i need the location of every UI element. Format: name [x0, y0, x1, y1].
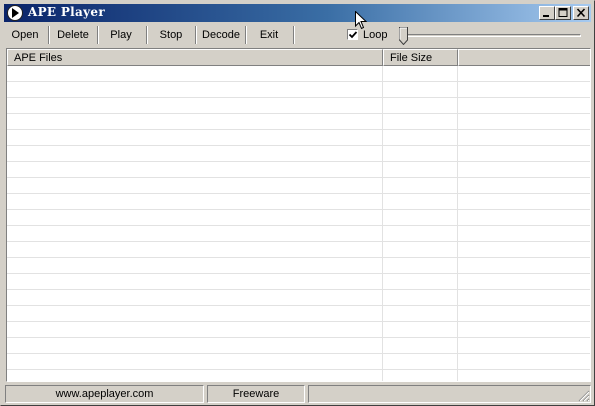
open-button[interactable]: Open: [6, 26, 44, 44]
list-row[interactable]: [7, 274, 590, 290]
ape-player-window: APE Player Open Delete Play Stop Decode …: [0, 0, 595, 406]
toolbar-separator: [293, 26, 295, 44]
list-row[interactable]: [7, 370, 590, 381]
list-header: APE Files File Size: [7, 49, 590, 66]
column-header-file-size[interactable]: File Size: [383, 49, 458, 66]
column-header-ape-files[interactable]: APE Files: [7, 49, 383, 66]
list-row[interactable]: [7, 258, 590, 274]
play-app-icon[interactable]: [7, 5, 23, 21]
list-row[interactable]: [7, 130, 590, 146]
window-title: APE Player: [28, 5, 105, 19]
mouse-cursor-icon: [355, 10, 368, 34]
resize-grip-icon[interactable]: [578, 390, 590, 402]
toolbar-separator: [195, 26, 197, 44]
list-row[interactable]: [7, 226, 590, 242]
column-header-empty[interactable]: [458, 49, 590, 66]
minimize-icon: [543, 15, 549, 17]
status-bar: www.apeplayer.com Freeware: [4, 384, 591, 403]
list-row[interactable]: [7, 338, 590, 354]
list-row[interactable]: [7, 306, 590, 322]
toolbar-separator: [97, 26, 99, 44]
list-row[interactable]: [7, 290, 590, 306]
toolbar-separator: [245, 26, 247, 44]
minimize-button[interactable]: [539, 6, 555, 20]
list-row[interactable]: [7, 210, 590, 226]
decode-button[interactable]: Decode: [199, 26, 243, 44]
list-row[interactable]: [7, 82, 590, 98]
close-icon: [576, 8, 586, 18]
column-divider: [382, 66, 383, 381]
exit-button[interactable]: Exit: [249, 26, 289, 44]
position-slider-track[interactable]: [405, 34, 581, 37]
list-row[interactable]: [7, 194, 590, 210]
close-button[interactable]: [573, 6, 589, 20]
delete-button[interactable]: Delete: [52, 26, 94, 44]
list-row[interactable]: [7, 146, 590, 162]
list-row[interactable]: [7, 66, 590, 82]
list-row[interactable]: [7, 242, 590, 258]
maximize-icon: [558, 8, 568, 17]
play-button[interactable]: Play: [101, 26, 141, 44]
position-slider-thumb[interactable]: [399, 27, 408, 46]
list-row[interactable]: [7, 354, 590, 370]
maximize-button[interactable]: [555, 6, 571, 20]
status-license: Freeware: [207, 385, 305, 403]
status-website: www.apeplayer.com: [5, 385, 204, 403]
list-row[interactable]: [7, 98, 590, 114]
status-extra: [308, 385, 591, 403]
file-list[interactable]: APE Files File Size: [6, 48, 591, 382]
list-row[interactable]: [7, 322, 590, 338]
column-divider: [457, 66, 458, 381]
title-bar[interactable]: APE Player: [4, 4, 591, 22]
list-row[interactable]: [7, 162, 590, 178]
list-row[interactable]: [7, 114, 590, 130]
toolbar-separator: [146, 26, 148, 44]
stop-button[interactable]: Stop: [150, 26, 192, 44]
toolbar-separator: [48, 26, 50, 44]
list-row[interactable]: [7, 178, 590, 194]
